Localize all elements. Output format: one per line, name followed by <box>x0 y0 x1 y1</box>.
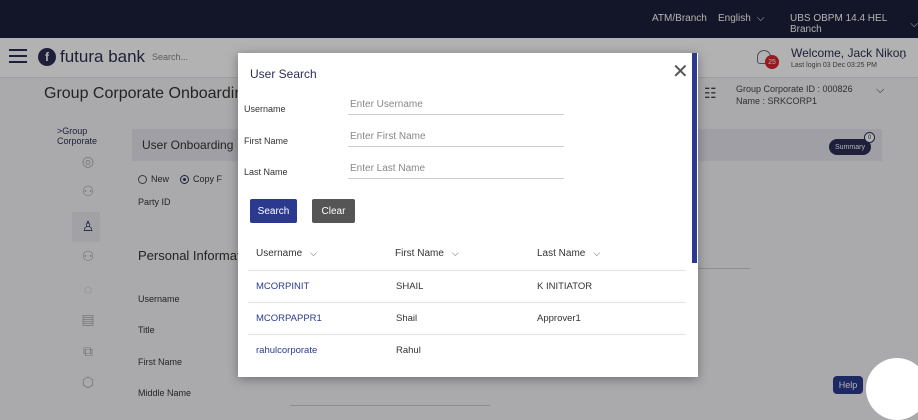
firstname-label: First Name <box>244 136 289 146</box>
column-header-username[interactable]: Username ⌵ <box>256 248 317 259</box>
first-name-cell: SHAIL <box>396 281 424 292</box>
username-input[interactable] <box>348 95 564 115</box>
lastname-input[interactable] <box>348 159 564 179</box>
user-search-modal: User Search ✕ Username First Name Last N… <box>238 53 698 377</box>
last-name-cell: K INITIATOR <box>537 281 593 292</box>
username-link[interactable]: MCORPAPPR1 <box>256 313 322 324</box>
first-name-cell: Shail <box>396 313 418 324</box>
modal-title: User Search <box>250 67 317 81</box>
search-button[interactable]: Search <box>250 199 297 223</box>
username-link[interactable]: rahulcorporate <box>256 345 317 356</box>
username-label: Username <box>244 104 286 114</box>
username-link[interactable]: MCORPINIT <box>256 281 309 292</box>
chevron-down-icon: ⌵ <box>451 248 459 258</box>
clear-button[interactable]: Clear <box>312 199 355 223</box>
first-name-cell: Rahul <box>396 345 421 356</box>
last-name-cell: Approver1 <box>537 313 581 324</box>
column-header-lastname[interactable]: Last Name ⌵ <box>537 248 600 259</box>
modal-scrollbar[interactable] <box>692 53 697 263</box>
table-row: rahulcorporate Rahul <box>248 334 686 366</box>
chevron-down-icon: ⌵ <box>310 248 317 258</box>
table-row: MCORPAPPR1 Shail Approver1 <box>248 302 686 334</box>
lastname-label: Last Name <box>244 167 288 177</box>
column-header-firstname[interactable]: First Name ⌵ <box>395 248 459 259</box>
firstname-input[interactable] <box>348 127 564 147</box>
table-row: MCORPINIT SHAIL K INITIATOR <box>248 270 686 302</box>
chevron-down-icon: ⌵ <box>593 248 601 258</box>
close-icon[interactable]: ✕ <box>672 59 689 84</box>
